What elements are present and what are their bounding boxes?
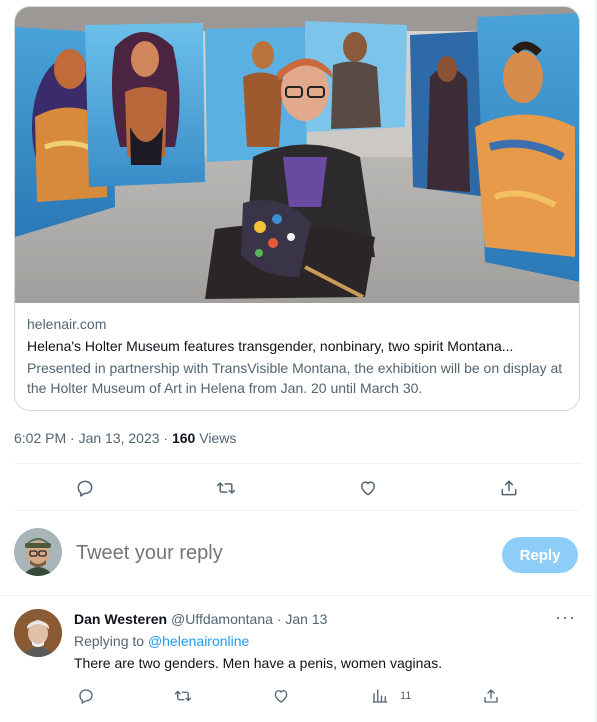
divider [0,595,597,596]
views-icon [372,689,388,703]
header-separator: · [272,611,286,627]
artist-gallery-photo [15,7,579,303]
link-description: Presented in partnership with TransVisib… [27,360,563,396]
reply-tweet-views-button[interactable] [368,684,392,708]
reply-composer: Reply [14,528,580,580]
reply-author-avatar[interactable] [14,609,62,657]
views-label: Views [195,430,237,446]
replying-to-handle[interactable]: @helenaironline [148,633,249,649]
author-avatar-image [14,609,62,657]
reply-input[interactable] [76,540,476,566]
like-button[interactable] [354,474,382,502]
current-user-avatar[interactable] [14,528,62,576]
heart-icon [361,481,375,496]
reply-tweet-share-button[interactable] [479,684,503,708]
user-avatar-image [14,528,62,576]
share-icon [484,689,498,703]
heart-icon [274,690,288,703]
views-count: 160 [171,430,196,446]
reply-icon [77,480,93,497]
link-preview-image[interactable] [15,7,579,303]
reply-tweet-text: There are two genders. Men have a penis,… [74,655,443,671]
tweet-metadata: 6:02 PM · Jan 13, 2023 · 160 Views [14,428,236,448]
retweet-button[interactable] [212,474,240,502]
replying-prefix: Replying to [74,633,148,649]
reply-tweet-reply-button[interactable] [74,684,98,708]
link-preview-card[interactable]: helenair.com Helena's Holter Museum feat… [14,6,580,411]
more-options-icon[interactable]: ··· [555,607,576,627]
divider [14,463,580,464]
divider [14,510,580,511]
reply-button[interactable] [71,474,99,502]
author-name[interactable]: Dan Westeren [74,611,167,627]
reply-tweet-retweet-button[interactable] [171,684,195,708]
tweet-date[interactable]: Jan 13 [285,611,327,627]
reply-tweet-header: Dan Westeren @Uffdamontana · Jan 13 [74,610,327,628]
reply-tweet[interactable]: Dan Westeren @Uffdamontana · Jan 13 ··· … [14,607,580,719]
retweet-icon [216,482,236,494]
tweet-timestamp[interactable]: 6:02 PM · Jan 13, 2023 · [14,430,172,446]
reply-icon [79,689,93,704]
replying-to: Replying to @helenaironline [74,632,249,650]
reply-tweet-like-button[interactable] [269,684,293,708]
author-handle[interactable]: @Uffdamontana [171,611,273,627]
share-icon [501,480,517,496]
retweet-icon [174,690,192,702]
link-preview-text: helenair.com Helena's Holter Museum feat… [15,303,579,398]
tweet-action-bar [14,466,580,510]
link-domain: helenair.com [27,316,107,332]
tweet-detail-page: helenair.com Helena's Holter Museum feat… [0,0,597,722]
link-title: Helena's Holter Museum features transgen… [27,338,514,354]
share-button[interactable] [495,474,523,502]
reply-submit-button[interactable]: Reply [502,537,578,573]
reply-tweet-views-count: 11 [400,690,412,702]
reply-tweet-actions: 11 [74,684,580,708]
